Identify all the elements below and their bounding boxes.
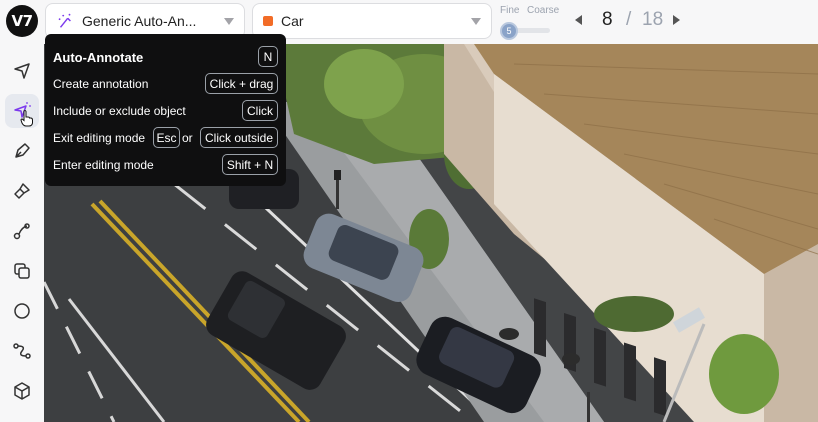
current-frame[interactable]: 8 xyxy=(602,9,613,31)
keypoint-tool[interactable] xyxy=(5,214,39,248)
skeleton-icon xyxy=(13,343,31,359)
fine-label: Fine xyxy=(500,5,520,16)
annotation-app: V7 Generic Auto-An... Car Fine Coarse 5 … xyxy=(0,0,818,422)
shortcut-key: Click xyxy=(242,100,278,121)
copy-icon xyxy=(14,263,30,279)
chevron-down-icon xyxy=(471,18,481,25)
shortcut-key: Shift + N xyxy=(222,154,278,175)
tooltip-row-label: Include or exclude object xyxy=(53,104,186,118)
tooltip-title: Auto-Annotate xyxy=(53,50,144,65)
shortcut-key-n: N xyxy=(258,46,278,67)
clone-tool[interactable] xyxy=(5,254,39,288)
auto-annotate-tooltip: Auto-Annotate N Create annotation Click … xyxy=(45,34,286,186)
shortcut-key: Click outside xyxy=(200,127,278,148)
coarse-label: Coarse xyxy=(527,5,560,16)
class-select-label: Car xyxy=(281,13,304,29)
class-select[interactable]: Car xyxy=(252,3,492,39)
cursor-arrow-icon xyxy=(14,63,30,79)
magic-wand-icon xyxy=(58,13,71,28)
pen-tool[interactable] xyxy=(5,134,39,168)
keypoint-icon xyxy=(13,223,30,240)
ellipse-tool[interactable] xyxy=(5,294,39,328)
chevron-down-icon xyxy=(224,18,234,25)
shortcut-key: Click + drag xyxy=(205,73,278,94)
v7-logo[interactable]: V7 xyxy=(6,5,38,37)
granularity-slider-knob[interactable]: 5 xyxy=(500,22,518,40)
select-tool[interactable] xyxy=(5,54,39,88)
tooltip-row-label: Enter editing mode xyxy=(53,158,154,172)
tool-sidebar xyxy=(0,44,44,422)
class-color-swatch xyxy=(263,16,273,26)
previous-frame-icon[interactable] xyxy=(575,15,582,25)
pen-icon xyxy=(15,143,30,158)
auto-annotate-tool[interactable] xyxy=(5,94,39,128)
skeleton-tool[interactable] xyxy=(5,334,39,368)
brush-tool[interactable] xyxy=(5,174,39,208)
shortcut-key-esc: Esc xyxy=(153,127,180,148)
next-frame-icon[interactable] xyxy=(673,15,680,25)
cube-icon xyxy=(14,382,30,400)
model-select-label: Generic Auto-An... xyxy=(82,13,197,29)
tooltip-or-text: or xyxy=(182,131,193,145)
brush-icon xyxy=(14,183,30,199)
hand-pointer-icon xyxy=(20,110,33,127)
total-frames: 18 xyxy=(642,9,664,30)
tooltip-row-label: Create annotation xyxy=(53,77,149,91)
pager-separator: / xyxy=(626,9,632,30)
cuboid-tool[interactable] xyxy=(5,374,39,408)
tooltip-row-label: Exit editing mode xyxy=(53,131,146,145)
circle-icon xyxy=(14,303,30,319)
